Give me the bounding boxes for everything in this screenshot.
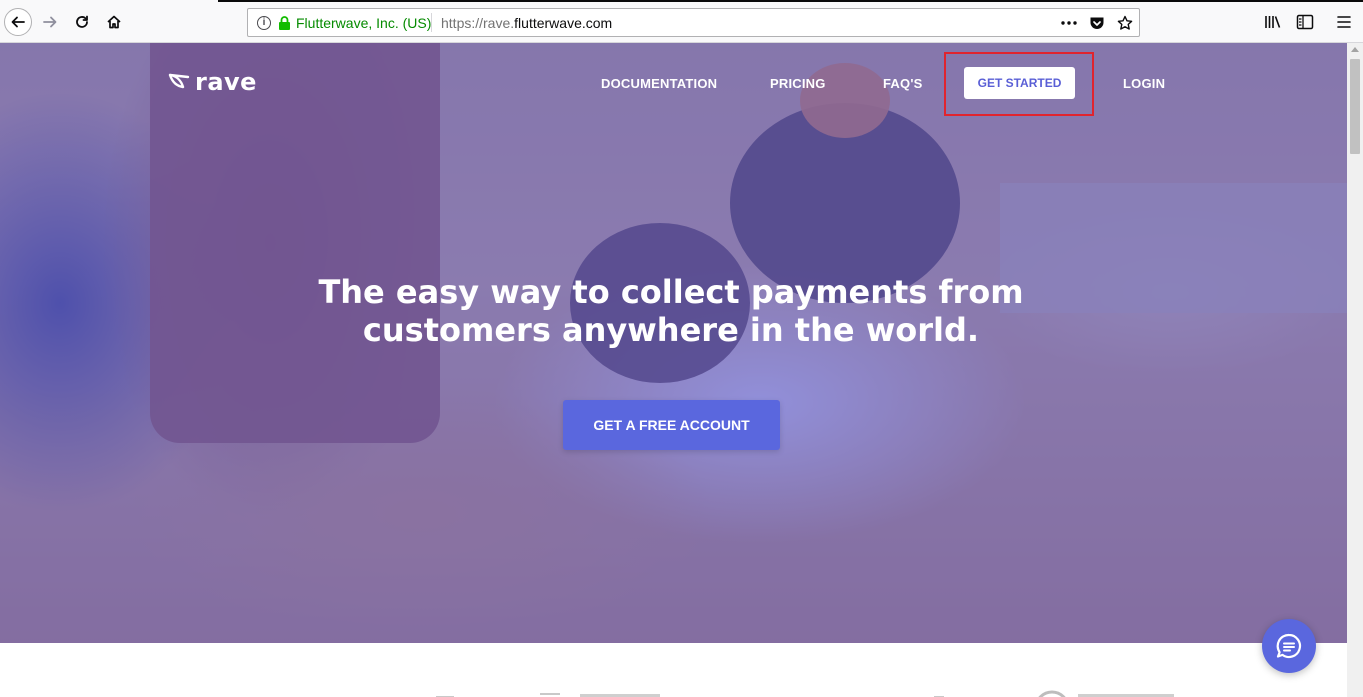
site-identity: Flutterwave, Inc. (US) — [296, 15, 432, 31]
star-icon — [1117, 15, 1133, 30]
back-button[interactable] — [4, 8, 32, 36]
page-actions-button[interactable] — [1059, 13, 1079, 33]
partner-logo — [436, 689, 526, 697]
hero-headline: The easy way to collect payments from cu… — [0, 273, 1342, 349]
partner-logo — [1034, 689, 1184, 697]
rave-logo-icon — [168, 73, 190, 89]
back-arrow-icon — [11, 16, 25, 28]
logo-text: rave — [195, 68, 257, 96]
get-started-button[interactable]: GET STARTED — [964, 67, 1075, 99]
more-dots-icon — [1061, 21, 1077, 25]
pocket-button[interactable] — [1087, 13, 1107, 33]
headline-line-2: customers anywhere in the world. — [362, 311, 980, 349]
page-viewport: rave DOCUMENTATION PRICING FAQ'S GET STA… — [0, 43, 1347, 697]
nav-pricing[interactable]: PRICING — [770, 76, 826, 91]
get-free-account-button[interactable]: GET A FREE ACCOUNT — [563, 400, 780, 450]
url-text[interactable]: https://rave.flutterwave.com — [441, 15, 612, 31]
forward-arrow-icon — [43, 16, 57, 28]
headline-line-1: The easy way to collect payments from — [318, 273, 1024, 311]
info-icon[interactable]: i — [257, 16, 271, 30]
partner-logos-strip — [0, 643, 1347, 697]
bookmark-button[interactable] — [1115, 13, 1135, 33]
forward-button[interactable] — [36, 8, 64, 36]
reload-button[interactable] — [68, 8, 96, 36]
nav-documentation[interactable]: DOCUMENTATION — [601, 76, 717, 91]
vertical-scrollbar[interactable] — [1347, 43, 1363, 697]
hero-section: rave DOCUMENTATION PRICING FAQ'S GET STA… — [0, 43, 1347, 643]
library-button[interactable] — [1263, 12, 1283, 32]
hamburger-menu-icon — [1337, 16, 1351, 28]
sidebar-button[interactable] — [1295, 12, 1315, 32]
partner-logo — [930, 689, 950, 697]
rave-logo[interactable]: rave — [167, 68, 257, 96]
nav-faqs[interactable]: FAQ'S — [883, 76, 923, 91]
scroll-up-arrow-icon[interactable] — [1351, 47, 1359, 52]
url-domain: flutterwave.com — [514, 15, 613, 31]
browser-toolbar: i Flutterwave, Inc. (US) https://rave.fl… — [0, 0, 1363, 43]
address-bar[interactable]: i Flutterwave, Inc. (US) https://rave.fl… — [247, 8, 1140, 37]
pocket-icon — [1090, 17, 1104, 29]
nav-login[interactable]: LOGIN — [1123, 76, 1165, 91]
url-separator — [431, 13, 432, 32]
sidebar-icon — [1296, 14, 1314, 30]
library-icon — [1265, 16, 1281, 28]
lock-icon — [279, 16, 290, 30]
url-prefix: https://rave. — [441, 15, 515, 31]
title-bar-edge — [218, 0, 1363, 2]
home-button[interactable] — [100, 8, 128, 36]
scrollbar-thumb[interactable] — [1350, 59, 1360, 154]
home-icon — [107, 15, 121, 29]
chat-icon — [1276, 633, 1302, 659]
chat-widget-button[interactable] — [1262, 619, 1316, 673]
app-menu-button[interactable] — [1334, 12, 1354, 32]
partner-logo — [540, 689, 670, 697]
reload-icon — [76, 15, 88, 28]
